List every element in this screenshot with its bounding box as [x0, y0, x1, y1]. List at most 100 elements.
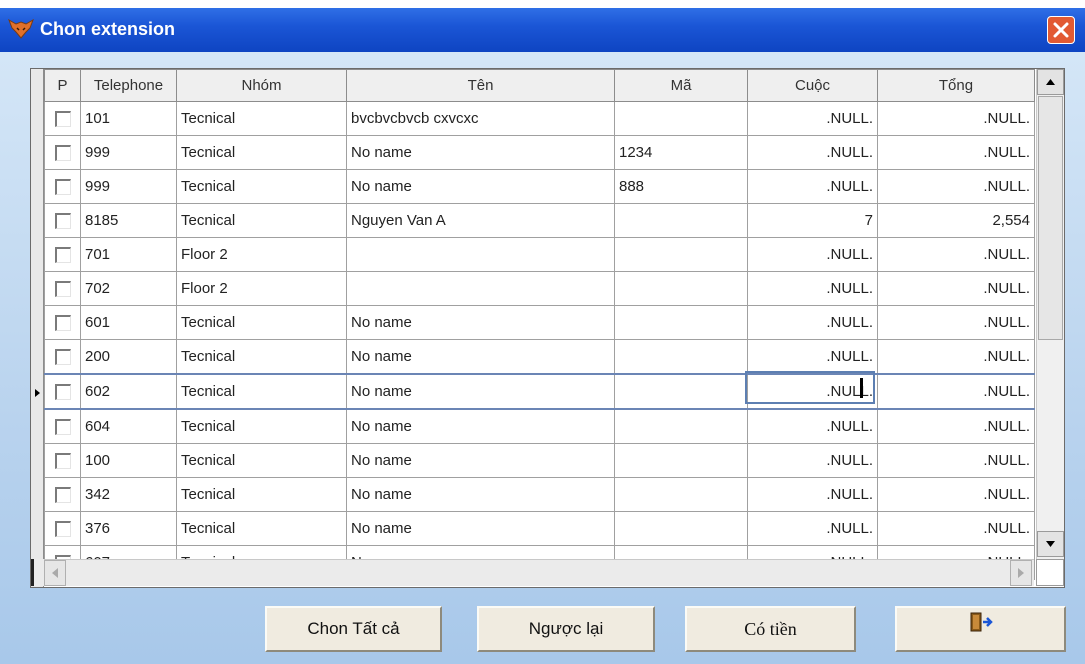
cell-telephone[interactable]: 342: [80, 477, 177, 512]
cell-total[interactable]: .NULL.: [877, 443, 1035, 478]
cell-code[interactable]: [614, 339, 748, 375]
cell-group[interactable]: Tecnical: [176, 477, 347, 512]
cell-total[interactable]: .NULL.: [877, 373, 1035, 410]
cell-total[interactable]: .NULL.: [877, 477, 1035, 512]
row-checkbox[interactable]: [54, 384, 71, 401]
row-checkbox[interactable]: [54, 521, 71, 538]
row-checkbox[interactable]: [54, 213, 71, 230]
cell-telephone[interactable]: 999: [80, 169, 177, 204]
row-checkbox[interactable]: [54, 419, 71, 436]
cell-group[interactable]: Tecnical: [176, 203, 347, 238]
cell-group[interactable]: Floor 2: [176, 271, 347, 306]
row-checkbox[interactable]: [54, 111, 71, 128]
cell-code[interactable]: [614, 203, 748, 238]
cell-calls[interactable]: .NULL.: [747, 373, 878, 410]
cell-telephone[interactable]: 200: [80, 339, 177, 375]
cell-telephone[interactable]: 376: [80, 511, 177, 546]
table-row[interactable]: 342 Tecnical No name .NULL. .NULL.: [44, 477, 1035, 512]
exit-button[interactable]: [895, 606, 1066, 652]
cell-calls[interactable]: .NULL.: [747, 408, 878, 444]
cell-code[interactable]: [614, 443, 748, 478]
scroll-up-button[interactable]: [1037, 69, 1064, 95]
table-row[interactable]: 101 Tecnical bvcbvcbvcb cxvcxc .NULL. .NULL.: [44, 101, 1035, 136]
cell-name[interactable]: No name: [346, 135, 615, 170]
cell-name[interactable]: No name: [346, 339, 615, 375]
cell-total[interactable]: .NULL.: [877, 511, 1035, 546]
cell-code[interactable]: [614, 305, 748, 340]
close-button[interactable]: [1047, 16, 1075, 44]
row-checkbox-cell[interactable]: [44, 373, 81, 410]
cell-telephone[interactable]: 101: [80, 101, 177, 136]
column-header-group[interactable]: Nhóm: [176, 69, 347, 102]
cell-code[interactable]: 1234: [614, 135, 748, 170]
row-checkbox[interactable]: [54, 453, 71, 470]
cell-calls[interactable]: .NULL.: [747, 135, 878, 170]
row-checkbox-cell[interactable]: [44, 443, 81, 478]
column-header-p[interactable]: P: [44, 69, 81, 102]
cell-total[interactable]: 2,554: [877, 203, 1035, 238]
cell-total[interactable]: .NULL.: [877, 408, 1035, 444]
vertical-scrollbar[interactable]: [1036, 69, 1064, 559]
cell-telephone[interactable]: 701: [80, 237, 177, 272]
column-header-total[interactable]: Tổng: [877, 69, 1035, 102]
cell-calls[interactable]: .NULL.: [747, 271, 878, 306]
row-checkbox-cell[interactable]: [44, 305, 81, 340]
cell-total[interactable]: .NULL.: [877, 169, 1035, 204]
cell-calls[interactable]: .NULL.: [747, 169, 878, 204]
cell-calls[interactable]: .NULL.: [747, 237, 878, 272]
row-checkbox-cell[interactable]: [44, 511, 81, 546]
cell-name[interactable]: No name: [346, 443, 615, 478]
cell-total[interactable]: .NULL.: [877, 339, 1035, 375]
with-money-button[interactable]: Có tiền: [685, 606, 856, 652]
row-checkbox[interactable]: [54, 315, 71, 332]
row-checkbox[interactable]: [54, 247, 71, 264]
cell-group[interactable]: Tecnical: [176, 443, 347, 478]
row-checkbox[interactable]: [54, 145, 71, 162]
cell-group[interactable]: Tecnical: [176, 305, 347, 340]
horizontal-scrollbar[interactable]: [44, 559, 1034, 586]
scroll-right-button[interactable]: [1010, 560, 1032, 586]
table-row[interactable]: 601 Tecnical No name .NULL. .NULL.: [44, 305, 1035, 340]
column-header-code[interactable]: Mã: [614, 69, 748, 102]
row-checkbox-cell[interactable]: [44, 237, 81, 272]
cell-total[interactable]: .NULL.: [877, 305, 1035, 340]
row-checkbox[interactable]: [54, 179, 71, 196]
cell-group[interactable]: Tecnical: [176, 135, 347, 170]
cell-total[interactable]: .NULL.: [877, 237, 1035, 272]
row-checkbox-cell[interactable]: [44, 203, 81, 238]
column-header-name[interactable]: Tên: [346, 69, 615, 102]
row-checkbox[interactable]: [54, 349, 71, 366]
cell-calls[interactable]: .NULL.: [747, 477, 878, 512]
table-row[interactable]: 702 Floor 2 .NULL. .NULL.: [44, 271, 1035, 306]
cell-telephone[interactable]: 100: [80, 443, 177, 478]
cell-group[interactable]: Tecnical: [176, 101, 347, 136]
cell-name[interactable]: No name: [346, 511, 615, 546]
row-checkbox-cell[interactable]: [44, 169, 81, 204]
cell-telephone[interactable]: 602: [80, 373, 177, 410]
scroll-left-button[interactable]: [44, 560, 66, 586]
title-bar[interactable]: Chon extension: [0, 8, 1085, 52]
cell-telephone[interactable]: 999: [80, 135, 177, 170]
cell-calls[interactable]: .NULL.: [747, 305, 878, 340]
cell-group[interactable]: Tecnical: [176, 408, 347, 444]
row-checkbox-cell[interactable]: [44, 271, 81, 306]
cell-name[interactable]: No name: [346, 408, 615, 444]
cell-name[interactable]: [346, 237, 615, 272]
select-all-button[interactable]: Chon Tất cả: [265, 606, 442, 652]
cell-code[interactable]: [614, 373, 748, 410]
cell-name[interactable]: bvcbvcbvcb cxvcxc: [346, 101, 615, 136]
cell-calls[interactable]: 7: [747, 203, 878, 238]
row-checkbox[interactable]: [54, 487, 71, 504]
row-checkbox[interactable]: [54, 281, 71, 298]
scroll-down-button[interactable]: [1037, 531, 1064, 557]
cell-telephone[interactable]: 604: [80, 408, 177, 444]
table-row[interactable]: 999 Tecnical No name 1234 .NULL. .NULL.: [44, 135, 1035, 170]
column-header-calls[interactable]: Cuộc: [747, 69, 878, 102]
cell-calls[interactable]: .NULL.: [747, 101, 878, 136]
cell-group[interactable]: Floor 2: [176, 237, 347, 272]
table-row[interactable]: 602 Tecnical No name .NULL. .NULL.: [44, 373, 1035, 410]
cell-name[interactable]: No name: [346, 305, 615, 340]
cell-name[interactable]: No name: [346, 169, 615, 204]
table-row[interactable]: 8185 Tecnical Nguyen Van A 7 2,554: [44, 203, 1035, 238]
cell-calls[interactable]: .NULL.: [747, 339, 878, 375]
